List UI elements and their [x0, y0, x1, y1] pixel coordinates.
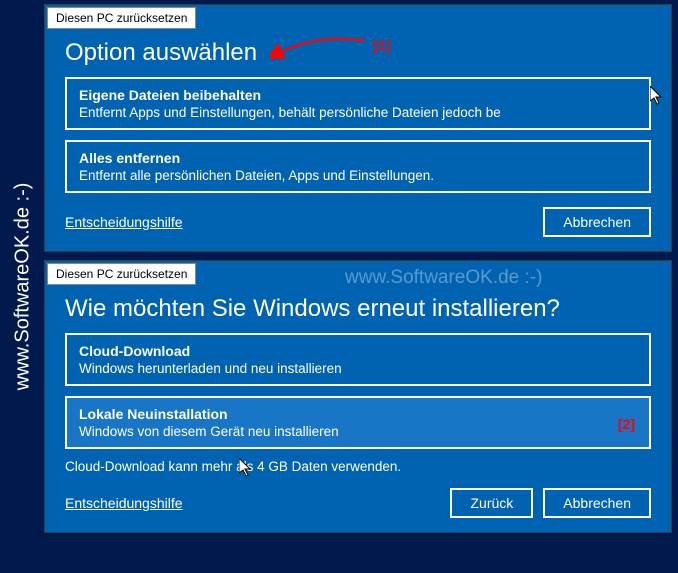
option-cloud-download[interactable]: Cloud-Download Windows herunterladen und… — [65, 333, 651, 386]
option-keep-files[interactable]: Eigene Dateien beibehalten Entfernt Apps… — [65, 77, 651, 130]
option-desc: Windows herunterladen und neu installier… — [79, 361, 637, 376]
dialog-title: Diesen PC zurücksetzen — [47, 263, 196, 285]
cloud-download-note: Cloud-Download kann mehr als 4 GB Daten … — [65, 459, 651, 474]
option-title: Lokale Neuinstallation — [79, 406, 637, 422]
reset-pc-dialog-2: Diesen PC zurücksetzen www.SoftwareOK.de… — [44, 260, 672, 533]
option-desc: Windows von diesem Gerät neu installiere… — [79, 424, 637, 439]
reset-pc-dialog-1: Diesen PC zurücksetzen Option auswählen … — [44, 4, 672, 252]
option-title: Cloud-Download — [79, 343, 637, 359]
cancel-button[interactable]: Abbrechen — [543, 207, 651, 237]
dialog-heading: Option auswählen — [65, 39, 651, 67]
help-link[interactable]: Entscheidungshilfe — [65, 495, 183, 511]
dialog-title: Diesen PC zurücksetzen — [47, 7, 196, 29]
option-desc: Entfernt Apps und Einstellungen, behält … — [79, 105, 637, 120]
option-desc: Entfernt alle persönlichen Dateien, Apps… — [79, 168, 637, 183]
back-button[interactable]: Zurück — [450, 488, 533, 518]
help-link[interactable]: Entscheidungshilfe — [65, 214, 183, 230]
option-title: Alles entfernen — [79, 150, 637, 166]
cancel-button[interactable]: Abbrechen — [543, 488, 651, 518]
side-watermark: www.SoftwareOK.de :-) — [8, 0, 38, 573]
option-local-reinstall[interactable]: Lokale Neuinstallation Windows von diese… — [65, 396, 651, 449]
option-remove-all[interactable]: Alles entfernen Entfernt alle persönlich… — [65, 140, 651, 193]
option-title: Eigene Dateien beibehalten — [79, 87, 637, 103]
dialog-heading: Wie möchten Sie Windows erneut installie… — [65, 295, 651, 323]
